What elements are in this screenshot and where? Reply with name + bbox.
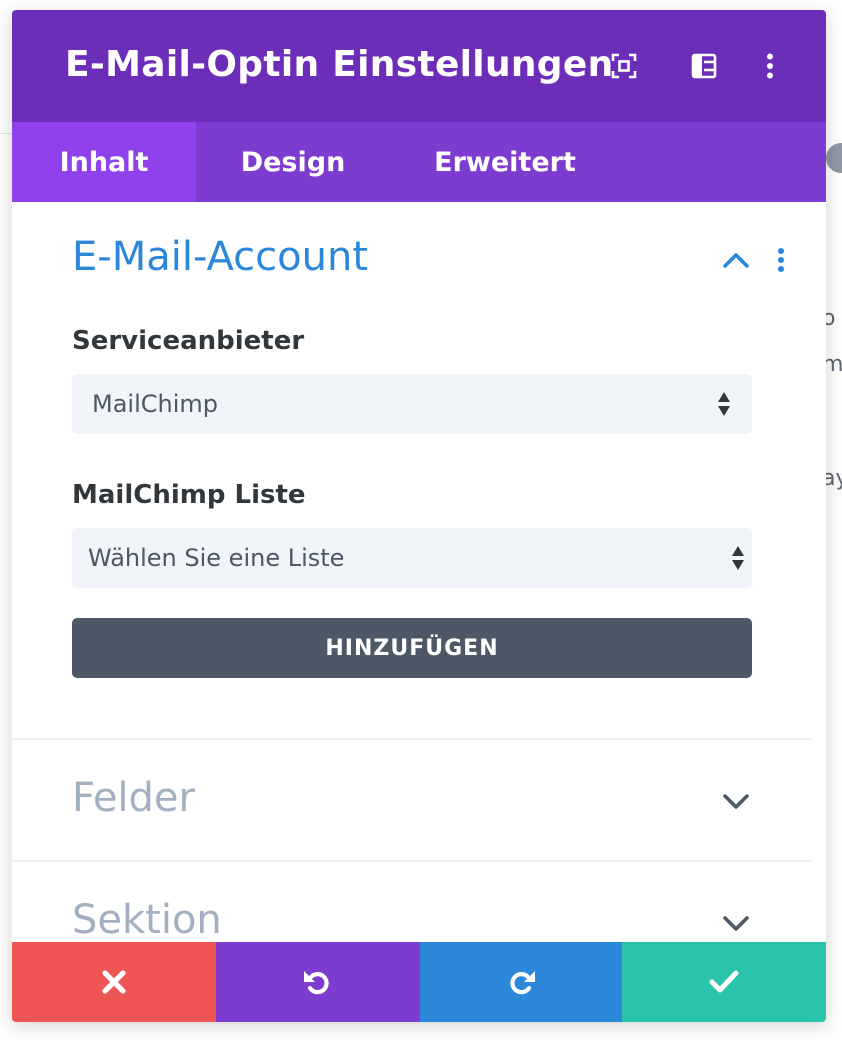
undo-icon (304, 971, 329, 995)
modal-footer (12, 942, 826, 1022)
select-arrows-icon (732, 546, 744, 570)
cancel-button[interactable] (12, 942, 216, 1022)
redo-icon (510, 971, 535, 995)
save-button[interactable] (622, 942, 826, 1022)
expand-icon[interactable] (608, 50, 640, 82)
close-icon (102, 970, 126, 994)
redo-button[interactable] (420, 942, 622, 1022)
split-view-icon[interactable] (688, 50, 720, 82)
chevron-up-icon[interactable] (721, 245, 751, 275)
provider-select[interactable]: MailChimp (72, 374, 752, 434)
undo-button[interactable] (216, 942, 420, 1022)
check-icon (709, 970, 739, 993)
settings-modal: E-Mail-Optin Einstellungen Inhalt Design… (12, 10, 826, 1022)
select-arrows-icon (718, 392, 730, 416)
section-title-email-account[interactable]: E-Mail-Account (72, 234, 368, 280)
section-options-icon[interactable] (766, 245, 796, 275)
list-select-value: Wählen Sie eine Liste (88, 544, 345, 572)
list-label: MailChimp Liste (72, 480, 306, 510)
section-title-felder[interactable]: Felder (72, 775, 195, 821)
tab-erweitert[interactable]: Erweitert (424, 122, 586, 202)
section-title-sektion[interactable]: Sektion (72, 897, 222, 943)
provider-label: Serviceanbieter (72, 326, 305, 356)
chevron-down-icon[interactable] (721, 908, 751, 938)
section-divider (12, 860, 812, 862)
section-divider (12, 738, 812, 740)
tab-inhalt[interactable]: Inhalt (12, 122, 196, 202)
tab-design[interactable]: Design (226, 122, 360, 202)
tab-bar: Inhalt Design Erweitert (12, 122, 826, 202)
chevron-down-icon[interactable] (721, 786, 751, 816)
provider-select-value: MailChimp (92, 390, 218, 418)
modal-header: E-Mail-Optin Einstellungen (12, 10, 826, 122)
add-button[interactable]: HINZUFÜGEN (72, 618, 752, 678)
modal-title: E-Mail-Optin Einstellungen (65, 44, 614, 85)
more-options-icon[interactable] (754, 50, 786, 82)
list-select[interactable]: Wählen Sie eine Liste (72, 528, 752, 588)
